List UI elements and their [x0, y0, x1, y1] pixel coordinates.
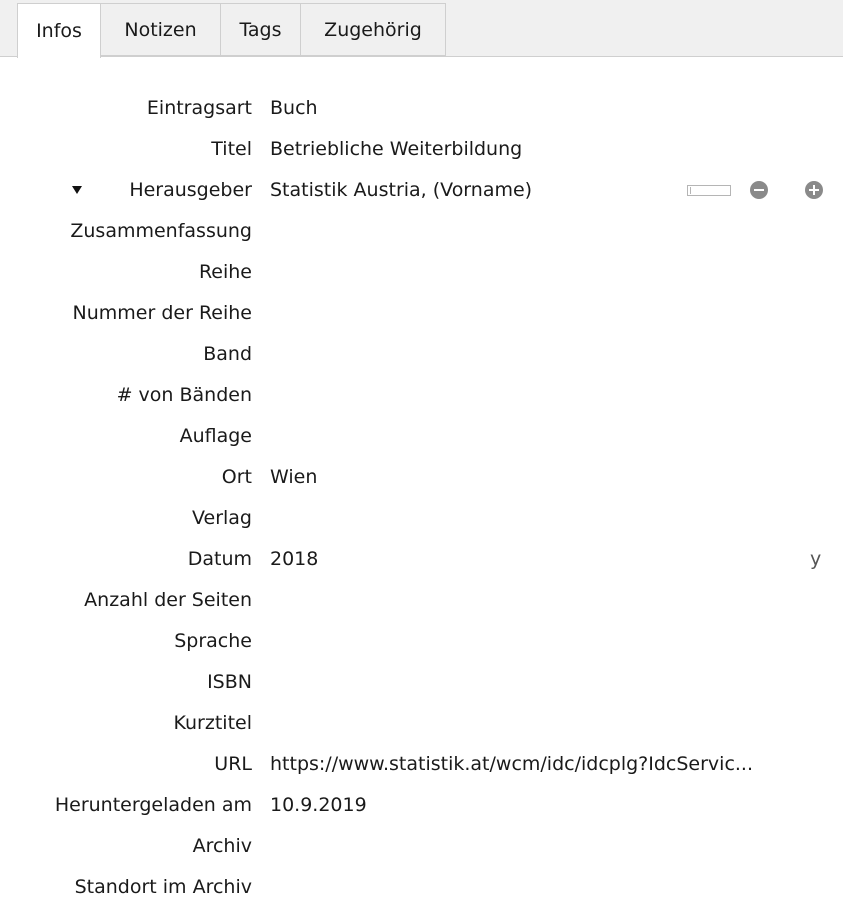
accessed-value[interactable]: 10.9.2019 — [270, 785, 367, 826]
item-type-value[interactable]: Buch — [270, 88, 318, 129]
field-label: Zusammenfassung — [70, 220, 252, 242]
date-format-hint: y — [810, 548, 822, 570]
field-row-url: URL https://www.statistik.at/wcm/idc/idc… — [0, 744, 843, 785]
field-row-abstract: Zusammenfassung — [0, 211, 843, 252]
title-value[interactable]: Betriebliche Weiterbildung — [270, 129, 522, 170]
field-label: Ort — [221, 466, 252, 488]
field-row-language: Sprache — [0, 621, 843, 662]
field-label: Band — [203, 343, 252, 365]
field-label: Sprache — [174, 630, 252, 652]
place-value[interactable]: Wien — [270, 457, 317, 498]
name-mode-switch-icon[interactable] — [687, 185, 731, 196]
field-row-place: Ort Wien — [0, 457, 843, 498]
field-row-publisher: Verlag — [0, 498, 843, 539]
field-label: Standort im Archiv — [74, 876, 252, 898]
tab-zugehoerig[interactable]: Zugehörig — [301, 3, 446, 56]
plus-circle-icon[interactable] — [805, 181, 823, 199]
field-label: Heruntergeladen am — [54, 794, 252, 816]
field-label[interactable]: Herausgeber — [129, 170, 252, 211]
minus-circle-icon[interactable] — [750, 181, 768, 199]
field-label: ISBN — [207, 671, 252, 693]
field-row-num-pages: Anzahl der Seiten — [0, 580, 843, 621]
url-value[interactable]: https://www.statistik.at/wcm/idc/idcplg?… — [270, 744, 753, 785]
date-value[interactable]: 2018 — [270, 539, 318, 580]
field-row-archive-location: Standort im Archiv — [0, 867, 843, 908]
field-row-accessed: Heruntergeladen am 10.9.2019 — [0, 785, 843, 826]
field-row-volume: Band — [0, 334, 843, 375]
tab-bar: Infos Notizen Tags Zugehörig — [0, 0, 843, 58]
field-row-date: Datum 2018 y — [0, 539, 843, 580]
field-label: # von Bänden — [116, 384, 252, 406]
field-row-isbn: ISBN — [0, 662, 843, 703]
tab-notizen[interactable]: Notizen — [101, 3, 221, 56]
tab-infos[interactable]: Infos — [17, 3, 101, 58]
field-label: Datum — [187, 548, 252, 570]
field-label: Anzahl der Seiten — [84, 589, 252, 611]
field-label: Archiv — [192, 835, 252, 857]
field-label: Reihe — [198, 261, 252, 283]
field-row-series-number: Nummer der Reihe — [0, 293, 843, 334]
item-fields: Eintragsart Buch Titel Betriebliche Weit… — [0, 88, 843, 908]
field-row-editor: Herausgeber Statistik Austria, (Vorname) — [0, 170, 843, 211]
tab-tags[interactable]: Tags — [221, 3, 301, 56]
field-row-short-title: Kurztitel — [0, 703, 843, 744]
field-label[interactable]: URL — [214, 744, 252, 785]
tab-list: Infos Notizen Tags Zugehörig — [17, 3, 446, 58]
field-label: Kurztitel — [173, 712, 253, 734]
editor-value[interactable]: Statistik Austria, (Vorname) — [270, 170, 532, 211]
field-row-title: Titel Betriebliche Weiterbildung — [0, 129, 843, 170]
field-row-series: Reihe — [0, 252, 843, 293]
field-label: Eintragsart — [146, 97, 252, 119]
field-label: Auflage — [179, 425, 252, 447]
field-label: Verlag — [191, 507, 252, 529]
field-row-item-type: Eintragsart Buch — [0, 88, 843, 129]
field-label: Titel — [211, 138, 252, 160]
field-row-num-volumes: # von Bänden — [0, 375, 843, 416]
field-label: Nummer der Reihe — [72, 302, 252, 324]
triangle-down-icon[interactable] — [72, 186, 82, 194]
field-row-archive: Archiv — [0, 826, 843, 867]
field-row-edition: Auflage — [0, 416, 843, 457]
